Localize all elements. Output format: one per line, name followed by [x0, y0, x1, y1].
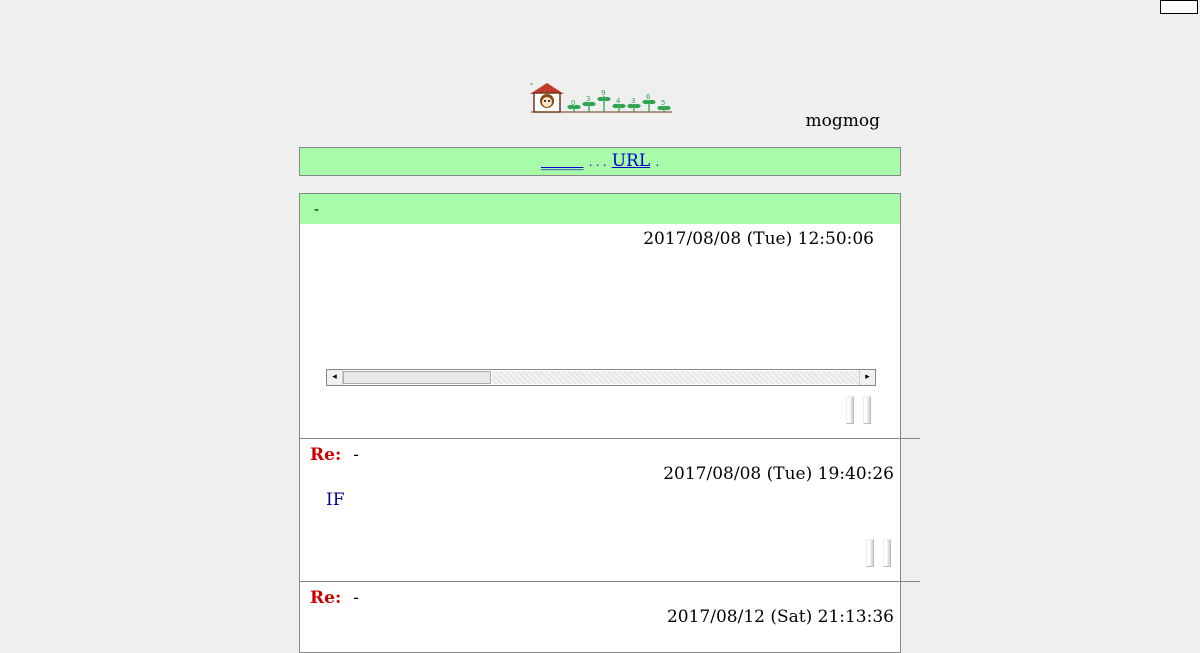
svg-text:3: 3: [631, 97, 635, 105]
corner-box: [1160, 0, 1198, 14]
scroll-thumb[interactable]: [343, 371, 491, 384]
reply-action-buttons[interactable]: [862, 539, 892, 567]
svg-text:0: 0: [571, 99, 575, 107]
reply-label: Re:: [310, 445, 342, 465]
svg-text:3: 3: [586, 95, 590, 103]
svg-text:*: *: [530, 82, 533, 89]
reply-body: IF: [326, 490, 345, 510]
menu-link-blank[interactable]: _____: [541, 151, 584, 171]
menu-separator: .: [655, 156, 660, 169]
reply-timestamp: 2017/08/08 (Tue) 19:40:26: [663, 464, 894, 484]
reply-timestamp: 2017/08/12 (Sat) 21:13:36: [666, 607, 894, 627]
scroll-right-icon[interactable]: ▸: [859, 370, 875, 385]
reply-label: Re:: [310, 588, 342, 608]
svg-text:5: 5: [661, 99, 665, 107]
horizontal-scrollbar[interactable]: ◂ ▸: [326, 369, 876, 386]
scroll-track[interactable]: [492, 371, 859, 384]
action-button[interactable]: [846, 396, 854, 424]
thread-title: -: [300, 194, 900, 224]
divider: [300, 581, 920, 582]
logo-house-sprouts-icon: * 0 3 9 4 3 6 5: [530, 82, 672, 113]
menu-separator: . . .: [588, 156, 607, 169]
menu-bar: _____ . . . URL .: [299, 147, 901, 176]
svg-text:9: 9: [601, 89, 605, 97]
action-button[interactable]: [866, 539, 874, 567]
post-action-buttons[interactable]: [842, 396, 872, 424]
divider: [300, 438, 920, 439]
scroll-left-icon[interactable]: ◂: [327, 370, 343, 385]
svg-text:4: 4: [616, 97, 621, 105]
action-button[interactable]: [863, 396, 871, 424]
post-timestamp: 2017/08/08 (Tue) 12:50:06: [643, 229, 874, 249]
menu-link-url[interactable]: URL: [612, 151, 650, 171]
action-button[interactable]: [883, 539, 891, 567]
reply-title: Re: -: [310, 588, 359, 608]
thread-panel: - 2017/08/08 (Tue) 12:50:06 ◂ ▸ Re: - 201…: [299, 193, 920, 653]
owner-name: mogmog: [805, 111, 880, 131]
svg-text:6: 6: [646, 93, 651, 101]
reply-title: Re: -: [310, 445, 359, 465]
